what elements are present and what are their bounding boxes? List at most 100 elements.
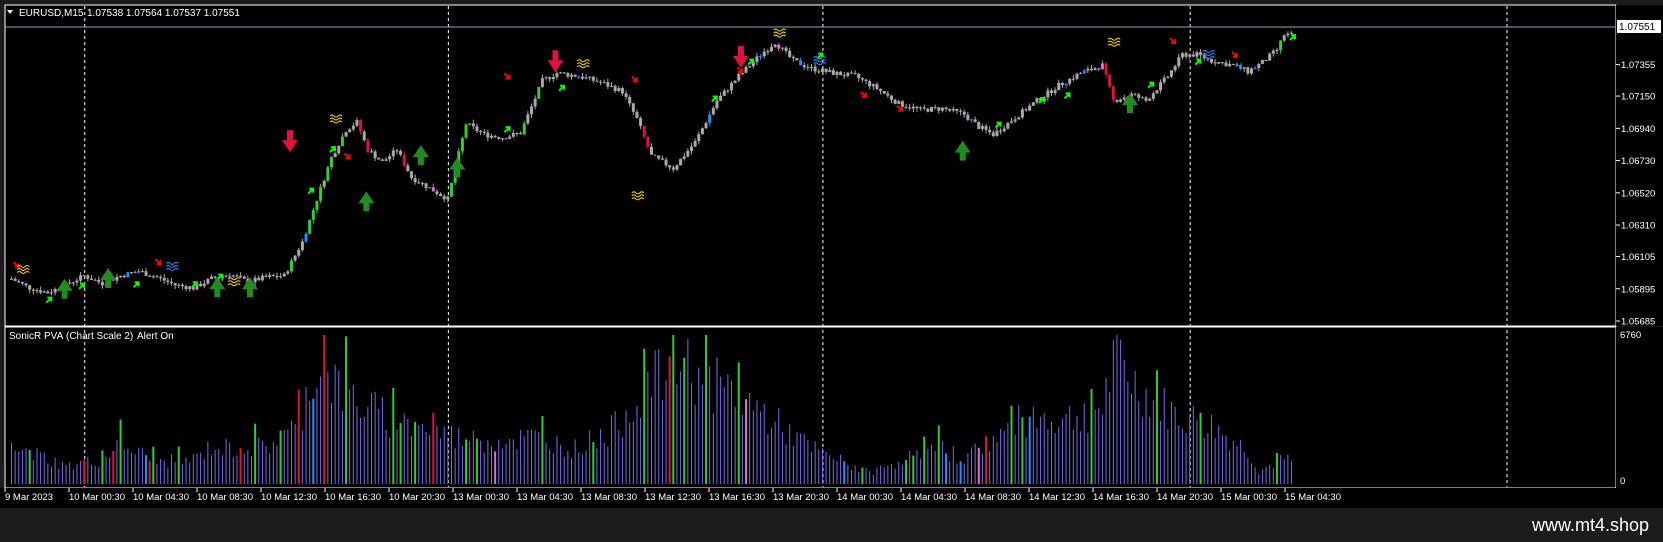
watermark: www.mt4.shop — [1531, 515, 1649, 535]
candle-body — [1148, 98, 1152, 101]
candle-body — [231, 275, 235, 277]
candle-body — [777, 44, 781, 49]
indicator-title: SonicR PVA — [9, 331, 64, 342]
candle-body — [864, 79, 868, 82]
candle-body — [471, 123, 475, 127]
price-tick-label: 1.05685 — [1621, 317, 1655, 328]
candle-body — [82, 275, 86, 277]
candle-body — [635, 111, 639, 119]
candle-body — [1086, 68, 1090, 71]
time-tick-label: 9 Mar 2023 — [5, 492, 53, 503]
candle-body — [857, 73, 861, 79]
time-tick-label: 10 Mar 12:30 — [261, 492, 317, 503]
candle-body — [290, 260, 293, 272]
candle-body — [93, 279, 97, 281]
candle-body — [1195, 52, 1199, 57]
candle-body — [780, 47, 784, 49]
candle-body — [802, 65, 806, 68]
candle-body — [831, 70, 835, 75]
candle-body — [1177, 57, 1181, 67]
candle-body — [657, 155, 661, 159]
candle-body — [1057, 82, 1061, 91]
candle-body — [559, 72, 563, 74]
candle-body — [795, 58, 799, 61]
candle-body — [951, 108, 955, 111]
candle-body — [639, 118, 643, 127]
candle-body — [817, 71, 821, 73]
indicator-alert: Alert On — [137, 331, 174, 342]
time-tick-label: 14 Mar 20:30 — [1157, 492, 1213, 503]
price-tick-label: 1.07355 — [1621, 60, 1655, 71]
price-tick-label: 1.06940 — [1621, 124, 1655, 135]
candle-body — [679, 158, 683, 166]
candle-body — [1260, 60, 1264, 64]
candle-body — [264, 275, 268, 277]
candle-body — [1282, 35, 1286, 41]
candle-body — [319, 186, 323, 201]
candle-body — [1191, 54, 1195, 57]
candle-body — [860, 78, 864, 80]
price-tick-label: 1.06105 — [1621, 252, 1655, 263]
candle-body — [602, 82, 606, 84]
candle-body — [1188, 54, 1192, 57]
mt4-chart-window: 1.07355 1.07150 1.06940 1.06730 1.06520 1.063… — [0, 0, 1663, 542]
candle-body — [486, 132, 490, 138]
candle-body — [86, 275, 90, 279]
candle-body — [20, 281, 24, 284]
candle-body — [693, 141, 697, 147]
candle-body — [875, 84, 879, 89]
candle-body — [100, 282, 104, 286]
price-tick-label: 1.06520 — [1621, 188, 1655, 199]
candle-body — [399, 150, 403, 155]
candle-body — [126, 272, 130, 278]
candle-body — [664, 159, 668, 166]
candle-body — [522, 123, 526, 135]
candle-body — [1184, 53, 1188, 57]
candle-body — [1140, 97, 1144, 99]
chart-canvas[interactable]: 1.07355 1.07150 1.06940 1.06730 1.06520 1.063… — [0, 0, 1663, 542]
candle-body — [1100, 63, 1104, 70]
candle-body — [708, 114, 712, 123]
candle-body — [90, 278, 93, 281]
candle-body — [835, 71, 839, 75]
candle-body — [1180, 53, 1184, 58]
time-tick-label: 13 Mar 08:30 — [581, 492, 637, 503]
candle-body — [1075, 73, 1079, 79]
candle-body — [180, 284, 184, 287]
candle-body — [624, 93, 628, 97]
candle-body — [359, 120, 363, 132]
candle-body — [1271, 50, 1275, 54]
candle-body — [671, 167, 675, 170]
candle-body — [1020, 109, 1024, 118]
candle-body — [122, 275, 126, 278]
candle-body — [1079, 73, 1083, 75]
candle-body — [311, 210, 315, 220]
candle-body — [675, 165, 679, 170]
candle-body — [159, 277, 163, 279]
volume-max-label: 6760 — [1620, 330, 1641, 341]
candle-body — [1199, 52, 1203, 56]
candle-body — [46, 291, 50, 294]
candle-body — [526, 114, 530, 124]
candle-body — [893, 99, 897, 104]
candle-body — [297, 250, 301, 256]
candle-body — [515, 132, 519, 134]
indicator-pane[interactable] — [4, 326, 1617, 489]
time-tick-label: 13 Mar 20:30 — [773, 492, 829, 503]
candle-body — [1064, 83, 1068, 86]
price-pane[interactable] — [4, 4, 1617, 327]
time-tick-label: 10 Mar 08:30 — [197, 492, 253, 503]
candle-body — [1275, 50, 1279, 52]
candle-body — [391, 150, 395, 157]
candle-body — [1028, 105, 1032, 111]
candle-body — [279, 276, 283, 278]
candle-body — [566, 73, 570, 77]
candle-body — [973, 119, 977, 123]
candle-body — [428, 187, 432, 189]
candle-body — [1082, 70, 1086, 74]
candle-body — [617, 87, 621, 91]
candle-body — [497, 137, 501, 139]
price-tick-label: 1.05895 — [1621, 284, 1655, 295]
candle-body — [930, 107, 933, 112]
candle-body — [879, 88, 883, 91]
